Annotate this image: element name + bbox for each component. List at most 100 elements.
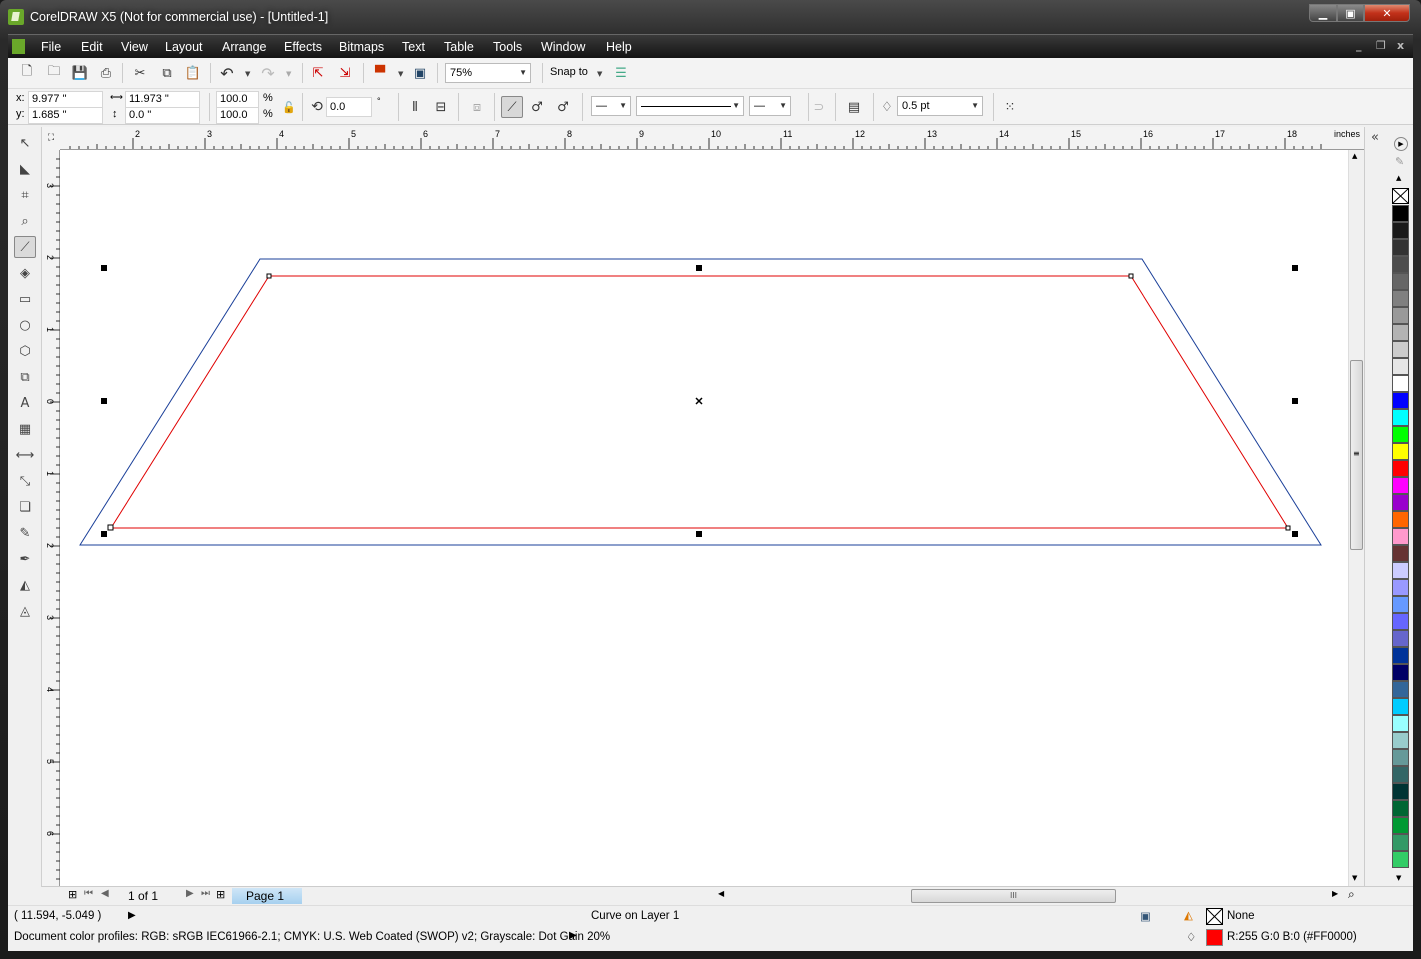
fill-tool-icon[interactable]: ◭ <box>14 574 36 596</box>
application-launcher-icon[interactable]: ▀ <box>371 64 389 82</box>
new-icon[interactable]: 🗋 <box>18 64 36 82</box>
scale-y-input[interactable]: 100.0 <box>216 107 259 124</box>
color-swatch[interactable] <box>1392 817 1409 834</box>
color-profiles-info[interactable]: Document color profiles: RGB: sRGB IEC61… <box>14 931 610 943</box>
selection-handle-top-left[interactable] <box>101 265 107 271</box>
previous-page-icon[interactable]: ◀ <box>101 888 109 899</box>
mirror-vertical-icon[interactable]: ⊟ <box>432 98 450 116</box>
mirror-horizontal-icon[interactable]: ⫴ <box>406 98 424 116</box>
zoom-level-combo[interactable]: 75% ▼ <box>445 63 531 83</box>
close-button[interactable]: ✕ <box>1364 4 1410 22</box>
print-icon[interactable]: ⎙ <box>97 64 115 82</box>
basic-shapes-tool-icon[interactable]: ⧉ <box>14 366 36 388</box>
menu-text[interactable]: Text <box>402 40 425 54</box>
color-swatch[interactable] <box>1392 834 1409 851</box>
page-tab[interactable]: Page 1 <box>232 888 302 904</box>
color-swatch[interactable] <box>1392 596 1409 613</box>
document-close-button[interactable]: x <box>1397 39 1404 52</box>
maximize-button[interactable]: ▣ <box>1337 4 1364 22</box>
color-swatch[interactable] <box>1392 477 1409 494</box>
selection-handle-top-right[interactable] <box>1292 265 1298 271</box>
selection-handle-bottom-left[interactable] <box>101 531 107 537</box>
color-swatch[interactable] <box>1392 460 1409 477</box>
table-tool-icon[interactable]: ▦ <box>14 418 36 440</box>
scroll-down-icon[interactable]: ▼ <box>1352 874 1357 882</box>
document-minimize-button[interactable]: _ <box>1356 39 1362 52</box>
menu-help[interactable]: Help <box>606 40 632 54</box>
minimize-button[interactable]: ▁ <box>1309 4 1337 22</box>
menu-edit[interactable]: Edit <box>81 40 103 54</box>
node-handle[interactable] <box>107 524 114 531</box>
connector-tool-icon[interactable]: ⤡ <box>14 470 36 492</box>
drawing-canvas[interactable] <box>60 150 1348 886</box>
color-swatch[interactable] <box>1392 800 1409 817</box>
paste-icon[interactable]: 📋 <box>184 64 202 82</box>
pen-mode-icon[interactable]: ♂ <box>554 98 572 116</box>
import-icon[interactable]: ⇱ <box>309 64 327 82</box>
snap-to-button[interactable]: Snap to <box>550 66 588 78</box>
color-profiles-expand-icon[interactable]: ▶ <box>569 930 577 941</box>
color-proof-icon[interactable]: ▣ <box>1140 909 1151 923</box>
scale-x-input[interactable]: 100.0 <box>216 91 259 108</box>
zoom-tool-icon[interactable]: ⌕ <box>14 210 36 232</box>
object-width-input[interactable]: 11.973 " <box>125 91 200 108</box>
color-swatch[interactable] <box>1392 222 1409 239</box>
welcome-screen-icon[interactable]: ▣ <box>411 64 429 82</box>
redo-dropdown-icon[interactable]: ▼ <box>286 70 291 78</box>
close-curve-icon[interactable]: ⊃ <box>810 98 828 116</box>
last-page-icon[interactable]: ⏭ <box>201 888 210 899</box>
menu-table[interactable]: Table <box>444 40 474 54</box>
color-swatch[interactable] <box>1392 545 1409 562</box>
color-swatch[interactable] <box>1392 528 1409 545</box>
undo-dropdown-icon[interactable]: ▼ <box>245 70 250 78</box>
y-position-input[interactable]: 1.685 " <box>28 107 103 124</box>
next-page-icon[interactable]: ▶ <box>186 888 194 899</box>
cut-icon[interactable]: ✂ <box>131 64 149 82</box>
x-position-input[interactable]: 9.977 " <box>28 91 103 108</box>
expand-status-icon[interactable]: ▶ <box>128 910 136 921</box>
export-icon[interactable]: ⇲ <box>336 64 354 82</box>
color-swatch[interactable] <box>1392 647 1409 664</box>
node-handle[interactable] <box>266 273 272 279</box>
convert-to-curves-icon[interactable]: ⧈ <box>468 98 486 116</box>
vertical-scrollbar[interactable]: ▲ ≡ ▼ <box>1348 150 1364 886</box>
freehand-tool-icon[interactable]: ⟋ <box>14 236 36 258</box>
dimension-tool-icon[interactable]: ⟷ <box>14 444 36 466</box>
smoothing-icon[interactable]: ⁙ <box>1001 98 1019 116</box>
polygon-tool-icon[interactable]: ⬡ <box>14 340 36 362</box>
color-swatch[interactable] <box>1392 392 1409 409</box>
menu-tools[interactable]: Tools <box>493 40 522 54</box>
menu-window[interactable]: Window <box>541 40 585 54</box>
color-swatch[interactable] <box>1392 732 1409 749</box>
object-height-input[interactable]: 0.0 " <box>125 107 200 124</box>
document-restore-button[interactable]: ❐ <box>1376 39 1386 52</box>
snap-to-dropdown-icon[interactable]: ▼ <box>597 70 602 78</box>
color-swatch[interactable] <box>1392 630 1409 647</box>
open-icon[interactable]: 🗀 <box>45 64 63 82</box>
scroll-up-icon[interactable]: ▲ <box>1352 152 1357 160</box>
menu-arrange[interactable]: Arrange <box>222 40 266 54</box>
menu-view[interactable]: View <box>121 40 148 54</box>
rotation-angle-input[interactable]: 0.0 <box>326 97 372 117</box>
blend-tool-icon[interactable]: ❏ <box>14 496 36 518</box>
add-page-before-icon[interactable]: ⊞ <box>68 888 77 901</box>
outline-pen-tool-icon[interactable]: ✒ <box>14 548 36 570</box>
color-swatch[interactable] <box>1392 766 1409 783</box>
scroll-right-icon[interactable]: ▶ <box>1332 889 1338 898</box>
menu-bitmaps[interactable]: Bitmaps <box>339 40 384 54</box>
selection-handle-bottom-center[interactable] <box>696 531 702 537</box>
menu-effects[interactable]: Effects <box>284 40 322 54</box>
first-page-icon[interactable]: ⏮ <box>84 888 93 899</box>
color-swatch[interactable] <box>1392 205 1409 222</box>
color-swatch[interactable] <box>1392 749 1409 766</box>
selection-handle-middle-right[interactable] <box>1292 398 1298 404</box>
color-swatch[interactable] <box>1392 494 1409 511</box>
end-arrowhead-selector[interactable]: — ▼ <box>749 96 791 116</box>
rectangle-tool-icon[interactable]: ▭ <box>14 288 36 310</box>
ellipse-tool-icon[interactable]: ○ <box>14 314 36 336</box>
smart-fill-tool-icon[interactable]: ◈ <box>14 262 36 284</box>
color-swatch[interactable] <box>1392 579 1409 596</box>
color-swatch[interactable] <box>1392 715 1409 732</box>
color-swatch[interactable] <box>1392 851 1409 868</box>
interactive-fill-tool-icon[interactable]: ◬ <box>14 600 36 622</box>
